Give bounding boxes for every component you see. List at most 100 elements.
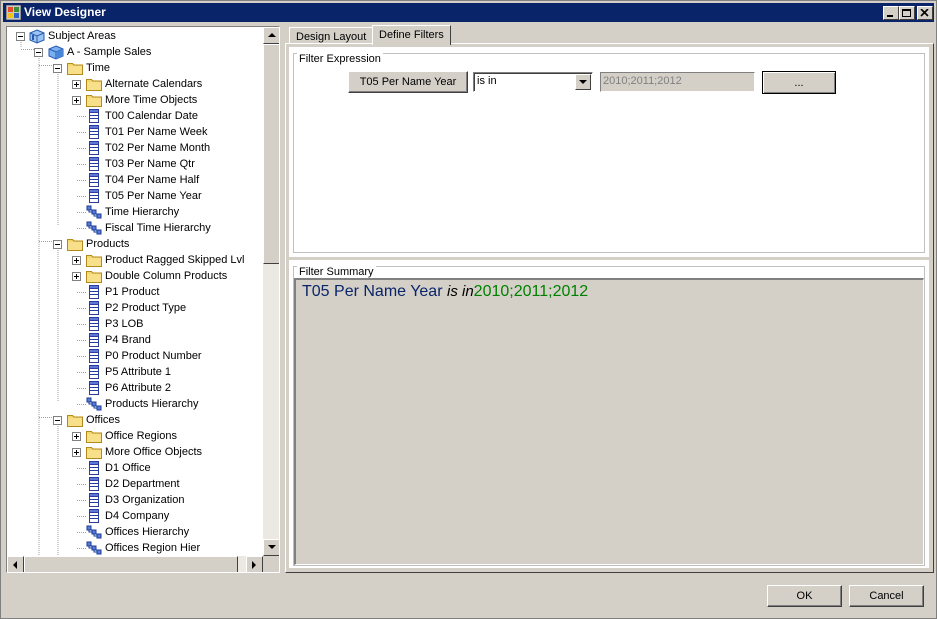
collapse-minus-icon[interactable] <box>34 48 43 57</box>
tree-item-p1-product[interactable]: P1 Product <box>7 284 263 300</box>
tree-item-label: P5 Attribute 1 <box>105 366 172 378</box>
tree-item-t04-per-name-half[interactable]: T04 Per Name Half <box>7 172 263 188</box>
tree-item-a-sample-sales[interactable]: A - Sample Sales <box>7 44 263 60</box>
filter-values-field[interactable]: 2010;2011;2012 <box>600 72 755 92</box>
browse-values-button[interactable]: ... <box>762 71 836 94</box>
tree-item-products[interactable]: Products <box>7 236 263 252</box>
tab-define-filters[interactable]: Define Filters <box>372 25 451 45</box>
operator-dropdown-button[interactable] <box>575 74 591 90</box>
collapse-minus-icon[interactable] <box>53 64 62 73</box>
tree-item-products-hierarchy[interactable]: Products Hierarchy <box>7 396 263 412</box>
scroll-left-button[interactable] <box>7 556 24 572</box>
tree-item-label: D3 Organization <box>105 494 185 506</box>
tree-item-t05-per-name-year[interactable]: T05 Per Name Year <box>7 188 263 204</box>
filter-expression-legend: Filter Expression <box>297 53 383 65</box>
app-icon <box>5 4 22 21</box>
tree-item-label: P1 Product <box>105 286 160 298</box>
tree-item-p2-product-type[interactable]: P2 Product Type <box>7 300 263 316</box>
collapse-minus-icon[interactable] <box>16 32 25 41</box>
tree-item-d3-organization[interactable]: D3 Organization <box>7 492 263 508</box>
tree-item-alternate-calendars[interactable]: Alternate Calendars <box>7 76 263 92</box>
tree-item-label: P3 LOB <box>105 318 144 330</box>
tree-item-d4-company[interactable]: D4 Company <box>7 508 263 524</box>
tree-item-t01-per-name-week[interactable]: T01 Per Name Week <box>7 124 263 140</box>
tree-item-fiscal-time-hierarchy[interactable]: Fiscal Time Hierarchy <box>7 220 263 236</box>
collapse-minus-icon[interactable] <box>53 416 62 425</box>
tree-item-label: D2 Department <box>105 478 180 490</box>
tree-item-offices-region-hier[interactable]: Offices Region Hier <box>7 540 263 556</box>
tree-horizontal-scrollbar[interactable] <box>7 556 263 572</box>
tree-item-label: Products <box>86 238 130 250</box>
define-filters-panel: Filter Expression T05 Per Name Year is i… <box>285 43 934 573</box>
tree-item-p3-lob[interactable]: P3 LOB <box>7 316 263 332</box>
arrow-down-icon <box>268 545 276 549</box>
tree-item-label: Fiscal Time Hierarchy <box>105 222 211 234</box>
expand-plus-icon[interactable] <box>72 96 81 105</box>
scroll-down-button[interactable] <box>263 539 279 556</box>
view-designer-window: View Designer Subject Areas A - Sample S… <box>0 0 937 619</box>
tree-item-label: More Office Objects <box>105 446 202 458</box>
subject-areas-tree[interactable]: Subject Areas A - Sample Sales Time Alterna… <box>6 26 280 573</box>
hscroll-thumb[interactable] <box>24 556 238 572</box>
ok-button[interactable]: OK <box>767 585 842 607</box>
tree-item-label: Offices <box>86 414 121 426</box>
tree-item-d2-department[interactable]: D2 Department <box>7 476 263 492</box>
expand-plus-icon[interactable] <box>72 432 81 441</box>
tree-item-label: A - Sample Sales <box>67 46 152 58</box>
tree-item-offices-hierarchy[interactable]: Offices Hierarchy <box>7 524 263 540</box>
operator-select-value: is in <box>477 75 497 87</box>
tree-item-offices[interactable]: Offices <box>7 412 263 428</box>
tree-item-time[interactable]: Time <box>7 60 263 76</box>
tree-item-label: T05 Per Name Year <box>105 190 202 202</box>
tree-item-time-hierarchy[interactable]: Time Hierarchy <box>7 204 263 220</box>
scroll-up-button[interactable] <box>263 27 279 44</box>
close-icon <box>920 9 929 17</box>
expand-plus-icon[interactable] <box>72 256 81 265</box>
tree-item-label: Time Hierarchy <box>105 206 180 218</box>
operator-select[interactable]: is in <box>473 72 593 92</box>
close-button[interactable] <box>917 6 933 20</box>
tree-item-label: Products Hierarchy <box>105 398 199 410</box>
tree-item-product-ragged-skipped-lvl[interactable]: Product Ragged Skipped Lvl <box>7 252 263 268</box>
filter-column-button[interactable]: T05 Per Name Year <box>348 71 468 93</box>
tree-item-office-regions[interactable]: Office Regions <box>7 428 263 444</box>
tree-item-t00-calendar-date[interactable]: T00 Calendar Date <box>7 108 263 124</box>
minimize-button[interactable] <box>883 6 899 20</box>
tree-item-label: T04 Per Name Half <box>105 174 200 186</box>
scroll-thumb[interactable] <box>263 44 279 264</box>
filter-summary-text: T05 Per Name Year is in2010;2011;2012 <box>302 283 588 301</box>
scrollbar-corner <box>263 556 279 572</box>
tree-item-d1-office[interactable]: D1 Office <box>7 460 263 476</box>
tree-item-t02-per-name-month[interactable]: T02 Per Name Month <box>7 140 263 156</box>
arrow-left-icon <box>13 561 17 569</box>
tree-item-label: T02 Per Name Month <box>105 142 211 154</box>
tree-item-label: D1 Office <box>105 462 151 474</box>
collapse-minus-icon[interactable] <box>53 240 62 249</box>
tree-item-label: Offices Region Hier <box>105 542 201 554</box>
title-bar[interactable]: View Designer <box>3 3 934 22</box>
tree-item-p5-attribute-1[interactable]: P5 Attribute 1 <box>7 364 263 380</box>
tree-item-subject-areas[interactable]: Subject Areas <box>7 28 263 44</box>
tree-item-label: More Time Objects <box>105 94 198 106</box>
tree-item-p4-brand[interactable]: P4 Brand <box>7 332 263 348</box>
summary-field: T05 Per Name Year <box>302 283 443 300</box>
tree-item-p0-product-number[interactable]: P0 Product Number <box>7 348 263 364</box>
cancel-button[interactable]: Cancel <box>849 585 924 607</box>
tree-item-t03-per-name-qtr[interactable]: T03 Per Name Qtr <box>7 156 263 172</box>
tree-item-more-time-objects[interactable]: More Time Objects <box>7 92 263 108</box>
tree-vertical-scrollbar[interactable] <box>263 27 279 556</box>
maximize-button[interactable] <box>899 6 915 20</box>
expand-plus-icon[interactable] <box>72 80 81 89</box>
tree-item-label: Product Ragged Skipped Lvl <box>105 254 245 266</box>
expand-plus-icon[interactable] <box>72 448 81 457</box>
summary-values: 2010;2011;2012 <box>473 283 589 300</box>
expand-plus-icon[interactable] <box>72 272 81 281</box>
scroll-right-button[interactable] <box>246 556 263 572</box>
chevron-down-icon <box>579 80 587 84</box>
tree-item-more-office-objects[interactable]: More Office Objects <box>7 444 263 460</box>
summary-operator: is in <box>446 283 474 300</box>
tree-item-p6-attribute-2[interactable]: P6 Attribute 2 <box>7 380 263 396</box>
tree-item-double-column-products[interactable]: Double Column Products <box>7 268 263 284</box>
filter-summary-area: Filter Summary T05 Per Name Year is in20… <box>289 260 929 568</box>
maximize-icon <box>902 9 911 17</box>
